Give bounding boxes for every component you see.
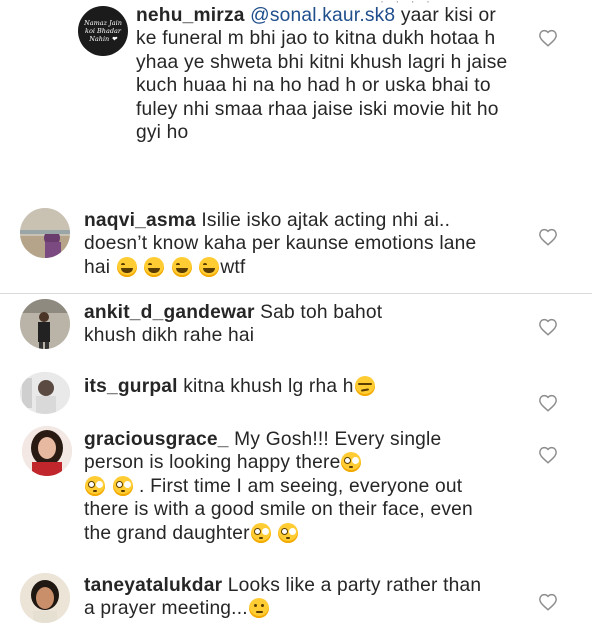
svg-text:koi Bhadar: koi Bhadar [85,27,122,35]
comment-text: nehu_mirza @sonal.kaur.sk8 yaar kisi or … [136,4,516,144]
avatar[interactable] [20,372,70,414]
avatar-logo-text: Namaz Jain [83,19,122,27]
heart-outline-icon[interactable] [538,228,558,246]
avatar-image [20,208,70,258]
comment-text: taneyatalukdar Looks like a party rather… [84,574,484,621]
heart-outline-icon[interactable] [538,593,558,611]
svg-text:Nahin ❤: Nahin ❤ [88,35,117,43]
heart-outline-icon[interactable] [538,29,558,47]
face-with-tears-of-joy-icon [199,256,220,277]
avatar-image [20,573,70,623]
comment-text: its_gurpal kitna khush lg rha h [84,375,504,398]
avatar-image [22,426,72,476]
heart-outline-icon[interactable] [538,394,558,412]
thinking-face-icon [248,598,269,619]
avatar[interactable] [22,426,72,476]
flushed-face-icon [250,522,271,543]
comment-username[interactable]: ankit_d_gandewar [84,302,255,323]
avatar[interactable] [20,208,70,258]
comment-username[interactable]: taneyatalukdar [84,575,222,596]
flushed-face-icon [112,475,133,496]
comment-text: naqvi_asma Isilie isko ajtak acting nhi … [84,209,484,279]
comment-username[interactable]: graciousgrace_ [84,429,229,450]
comment-username[interactable]: naqvi_asma [84,210,196,231]
face-with-tears-of-joy-icon [116,256,137,277]
comment-text: graciousgrace_ My Gosh!!! Every single p… [84,428,494,545]
comment-mention[interactable]: @sonal.kaur.sk8 [250,5,395,26]
comment-body: kitna khush lg rha h [177,376,354,397]
comment-username[interactable]: its_gurpal [84,376,178,397]
avatar-image: Namaz Jain koi Bhadar Nahin ❤ [78,6,128,56]
flushed-face-icon [278,522,299,543]
avatar[interactable] [20,299,70,349]
avatar-image [20,372,70,414]
unamused-face-icon [354,376,375,396]
avatar-image [20,299,70,349]
comment-tail: wtf [220,256,246,278]
avatar[interactable]: Namaz Jain koi Bhadar Nahin ❤ [78,6,128,56]
face-with-tears-of-joy-icon [171,256,192,277]
flushed-face-icon [85,475,105,496]
divider [0,293,592,294]
avatar[interactable] [20,573,70,623]
comment-text: ankit_d_gandewar Sab toh bahot khush dik… [84,301,424,348]
heart-outline-icon[interactable] [538,318,558,336]
comment-username[interactable]: nehu_mirza [136,5,245,26]
face-with-tears-of-joy-icon [144,256,165,277]
heart-outline-icon[interactable] [538,446,558,464]
flushed-face-icon [341,452,362,473]
